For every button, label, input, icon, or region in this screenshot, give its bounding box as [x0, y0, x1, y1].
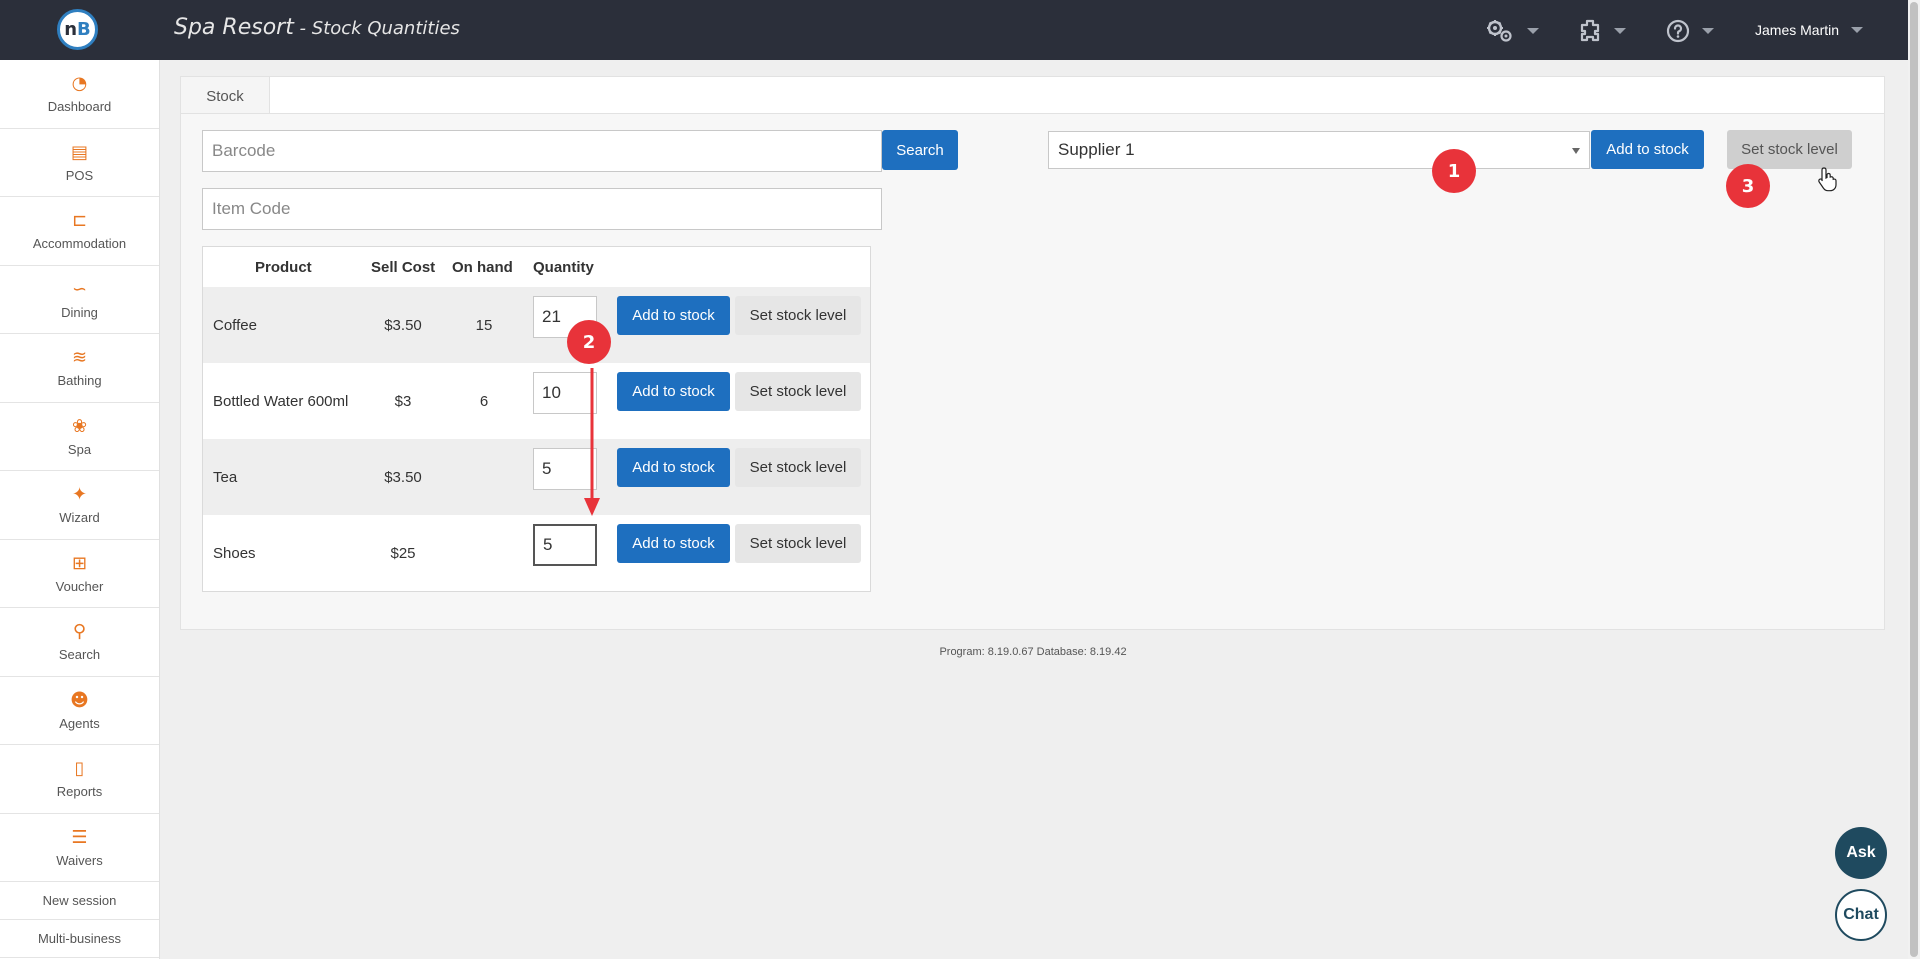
chevron-down-icon: [1851, 27, 1864, 33]
chevron-down-icon: [1614, 28, 1626, 34]
top-header: nB Spa Resort - Stock Quantities James M…: [0, 0, 1908, 60]
col-header-product: Product: [255, 259, 312, 276]
chevron-down-icon: [1572, 148, 1580, 154]
wand-icon: ✦: [71, 484, 88, 506]
product-name: Bottled Water 600ml: [213, 392, 349, 410]
sidebar-item-dashboard[interactable]: ◔ Dashboard: [0, 60, 159, 129]
stock-table: Product Sell Cost On hand Quantity Coffe…: [202, 246, 871, 592]
sidebar-item-pos[interactable]: ▤ POS: [0, 129, 159, 197]
scrollbar-thumb[interactable]: [1910, 2, 1918, 957]
tab-bar: Stock: [180, 76, 1885, 115]
hand-cursor-icon: [1818, 167, 1837, 192]
page-title: Spa Resort - Stock Quantities: [174, 15, 460, 40]
sell-cost: $3: [394, 392, 412, 410]
plugin-icon: [1580, 19, 1600, 42]
sell-cost: $3.50: [384, 316, 422, 334]
col-header-quantity: Quantity: [533, 259, 594, 276]
agents-icon: ☻: [70, 689, 89, 711]
sell-cost: $3.50: [384, 468, 422, 486]
set-stock-level-button[interactable]: Set stock level: [735, 296, 861, 335]
help-menu[interactable]: [1666, 17, 1714, 45]
sidebar-link-multi-business[interactable]: Multi-business: [0, 920, 159, 958]
quantity-input[interactable]: [533, 524, 597, 566]
sidebar-item-reports[interactable]: ▯ Reports: [0, 745, 159, 814]
sidebar-item-search[interactable]: ⚲ Search: [0, 608, 159, 677]
sidebar-item-agents[interactable]: ☻ Agents: [0, 677, 159, 745]
add-to-stock-button[interactable]: Add to stock: [617, 524, 730, 563]
annotation-badge-2: 2: [567, 320, 611, 364]
barcode-input[interactable]: [202, 130, 882, 172]
product-name: Coffee: [213, 316, 257, 334]
sidebar-item-dining[interactable]: ∽ Dining: [0, 266, 159, 334]
waves-icon: ≋: [71, 347, 88, 369]
item-code-input[interactable]: [202, 188, 882, 230]
sidebar-item-bathing[interactable]: ≋ Bathing: [0, 334, 159, 403]
tab-stock[interactable]: Stock: [181, 77, 270, 115]
annotation-arrow: [584, 368, 600, 516]
version-footer: Program: 8.19.0.67 Database: 8.19.42: [939, 646, 1127, 658]
sidebar: ◔ Dashboard ▤ POS ⊏ Accommodation ∽ Dining ≋…: [0, 60, 160, 959]
app-logo[interactable]: nB: [57, 9, 98, 50]
dashboard-icon: ◔: [71, 73, 88, 95]
supplier-select[interactable]: Supplier 1: [1048, 131, 1590, 169]
report-icon: ▯: [74, 758, 85, 780]
on-hand: 6: [479, 392, 489, 410]
on-hand: [452, 515, 516, 591]
lotus-icon: ❀: [71, 415, 88, 437]
checklist-icon: ☰: [71, 826, 88, 848]
chevron-down-icon: [1527, 28, 1539, 34]
table-row: Shoes $25 Add to stock Set stock level: [203, 515, 870, 591]
sidebar-item-spa[interactable]: ❀ Spa: [0, 403, 159, 471]
add-to-stock-button[interactable]: Add to stock: [617, 448, 730, 487]
user-menu[interactable]: James Martin: [1755, 22, 1864, 38]
ask-button[interactable]: Ask: [1835, 827, 1887, 879]
help-icon: [1666, 19, 1690, 43]
table-row: Bottled Water 600ml $3 6 Add to stock Se…: [203, 363, 870, 439]
sidebar-item-waivers[interactable]: ☰ Waivers: [0, 814, 159, 882]
col-header-on-hand: On hand: [452, 259, 513, 276]
dining-icon: ∽: [71, 278, 88, 300]
sidebar-item-wizard[interactable]: ✦ Wizard: [0, 471, 159, 540]
on-hand: [452, 439, 516, 515]
plugins-menu[interactable]: [1578, 17, 1626, 45]
sidebar-link-new-session[interactable]: New session: [0, 882, 159, 920]
sidebar-item-voucher[interactable]: ⊞ Voucher: [0, 540, 159, 608]
gift-icon: ⊞: [71, 552, 88, 574]
chevron-down-icon: [1702, 28, 1714, 34]
product-name: Tea: [213, 468, 238, 486]
add-to-stock-button[interactable]: Add to stock: [617, 372, 730, 411]
gears-icon: [1487, 20, 1512, 42]
table-row: Coffee $3.50 15 Add to stock Set stock l…: [203, 287, 870, 363]
set-stock-level-button[interactable]: Set stock level: [735, 372, 861, 411]
register-icon: ▤: [70, 141, 88, 163]
add-to-stock-button[interactable]: Add to stock: [617, 296, 730, 335]
vertical-scrollbar[interactable]: [1908, 0, 1920, 959]
sidebar-item-accommodation[interactable]: ⊏ Accommodation: [0, 197, 159, 266]
col-header-sell-cost: Sell Cost: [371, 259, 436, 276]
product-name: Shoes: [213, 544, 256, 562]
search-icon: ⚲: [72, 621, 87, 643]
table-row: Tea $3.50 Add to stock Set stock level: [203, 439, 870, 515]
settings-menu[interactable]: [1485, 17, 1539, 45]
chat-button[interactable]: Chat: [1835, 889, 1887, 941]
set-stock-level-button[interactable]: Set stock level: [735, 448, 861, 487]
bed-icon: ⊏: [71, 210, 88, 232]
sell-cost: $25: [390, 544, 416, 562]
set-stock-level-button[interactable]: Set stock level: [735, 524, 861, 563]
annotation-badge-3: 3: [1726, 164, 1770, 208]
supplier-add-to-stock-button[interactable]: Add to stock: [1591, 130, 1704, 169]
annotation-badge-1: 1: [1432, 149, 1476, 193]
search-button[interactable]: Search: [882, 130, 958, 170]
on-hand: 15: [475, 316, 493, 334]
